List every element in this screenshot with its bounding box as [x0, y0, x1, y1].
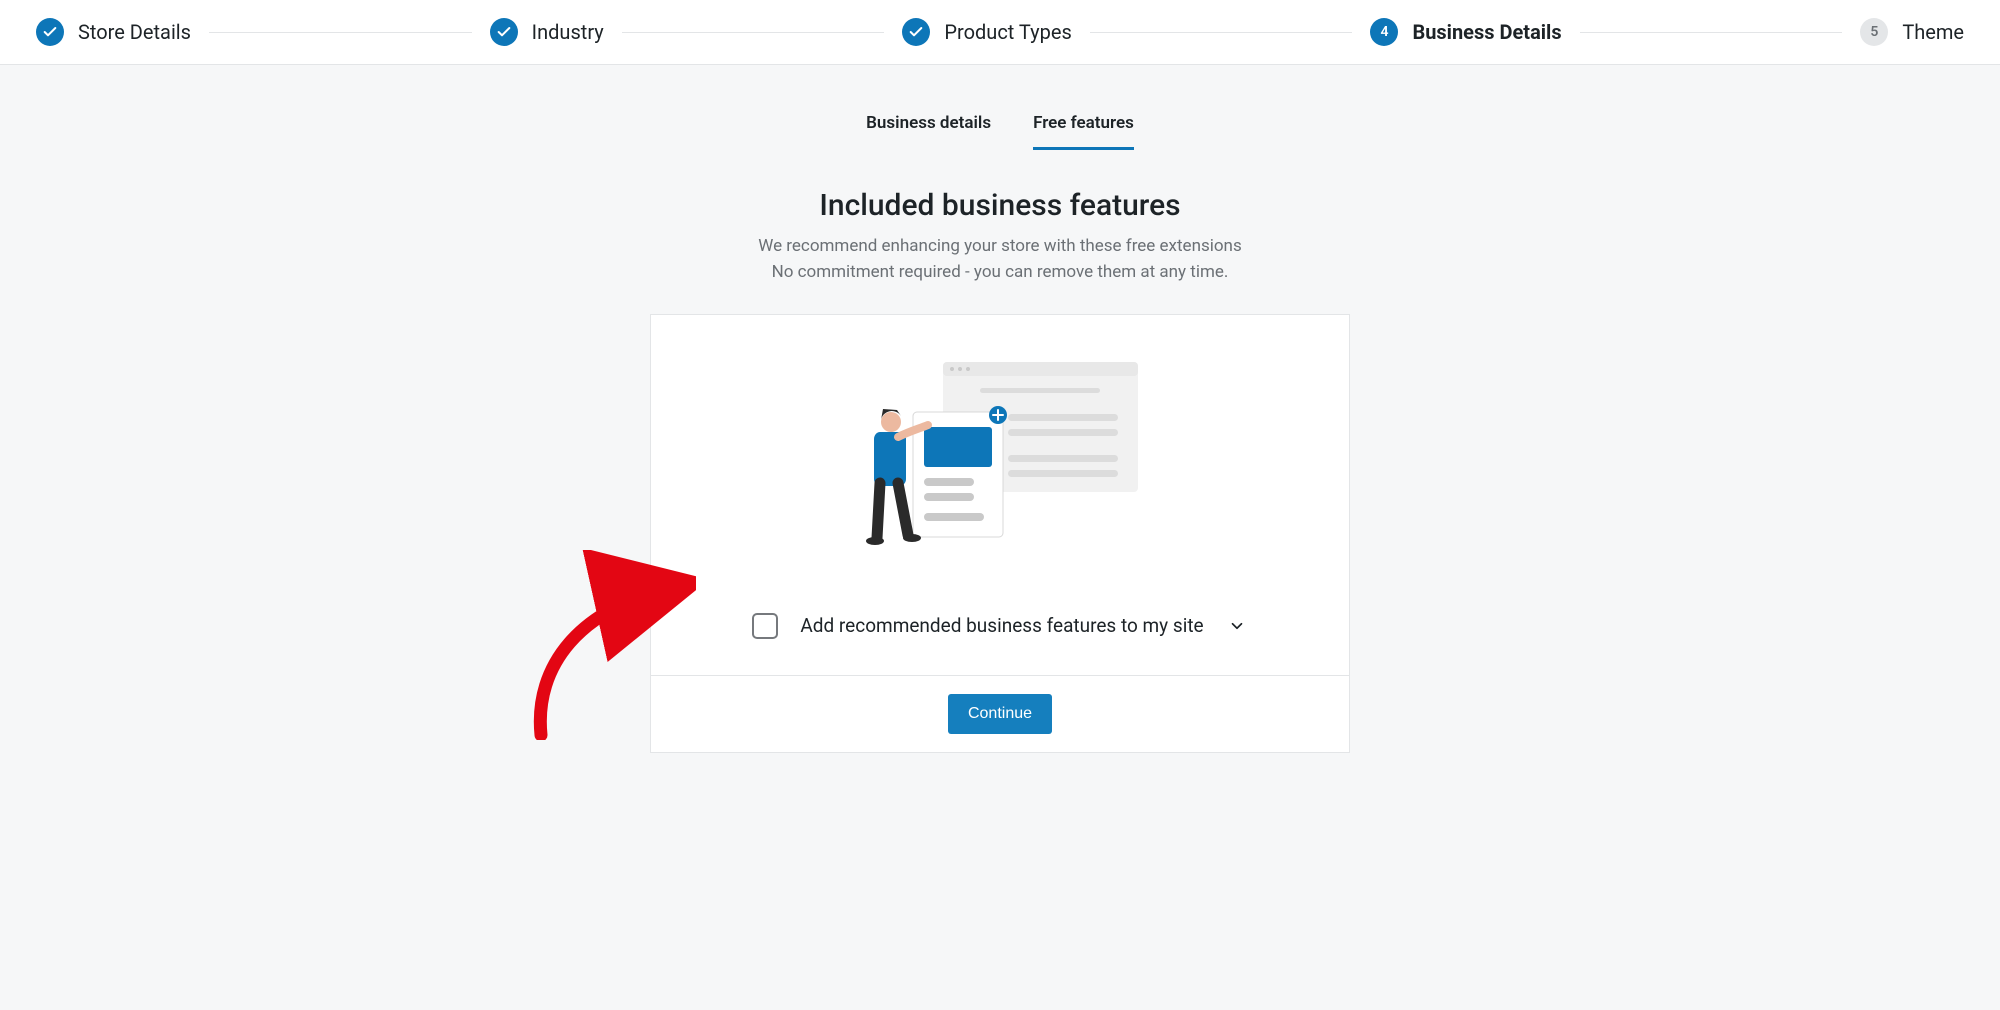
page-subtitle-2: No commitment required - you can remove …	[0, 259, 2000, 285]
recommended-features-label: Add recommended business features to my …	[800, 614, 1203, 637]
step-label-3: Product Types	[944, 20, 1071, 44]
card-footer: Continue	[651, 675, 1349, 752]
wizard-stepper: Store Details Industry Product Types 4 B…	[0, 0, 2000, 65]
step-marker-1	[36, 18, 64, 46]
expand-features-button[interactable]	[1226, 615, 1248, 637]
continue-button[interactable]: Continue	[948, 694, 1052, 734]
tab-free-features[interactable]: Free features	[1033, 113, 1134, 150]
page-title: Included business features	[0, 188, 2000, 223]
step-connector	[622, 32, 885, 33]
step-label-4: Business Details	[1412, 20, 1561, 44]
step-connector	[1090, 32, 1353, 33]
step-marker-5: 5	[1860, 18, 1888, 46]
step-marker-2	[490, 18, 518, 46]
step-label-2: Industry	[532, 20, 604, 44]
step-store-details[interactable]: Store Details	[36, 18, 191, 46]
step-label-5: Theme	[1902, 20, 1964, 44]
step-industry[interactable]: Industry	[490, 18, 604, 46]
step-connector	[209, 32, 472, 33]
step-theme[interactable]: 5 Theme	[1860, 18, 1964, 46]
step-connector	[1580, 32, 1843, 33]
features-card: Add recommended business features to my …	[650, 314, 1350, 753]
check-icon	[496, 24, 512, 40]
page-heading: Included business features We recommend …	[0, 188, 2000, 286]
recommended-features-option: Add recommended business features to my …	[651, 585, 1349, 675]
step-marker-4: 4	[1370, 18, 1398, 46]
person-adding-page-icon	[858, 357, 1143, 557]
check-icon	[908, 24, 924, 40]
step-marker-3	[902, 18, 930, 46]
tab-business-details[interactable]: Business details	[866, 113, 991, 150]
recommended-features-checkbox[interactable]	[752, 613, 778, 639]
step-product-types[interactable]: Product Types	[902, 18, 1071, 46]
page-tabs: Business details Free features	[0, 113, 2000, 150]
step-business-details[interactable]: 4 Business Details	[1370, 18, 1561, 46]
check-icon	[42, 24, 58, 40]
chevron-down-icon	[1228, 617, 1246, 635]
page-subtitle-1: We recommend enhancing your store with t…	[0, 233, 2000, 259]
features-illustration	[651, 315, 1349, 585]
step-label-1: Store Details	[78, 20, 191, 44]
